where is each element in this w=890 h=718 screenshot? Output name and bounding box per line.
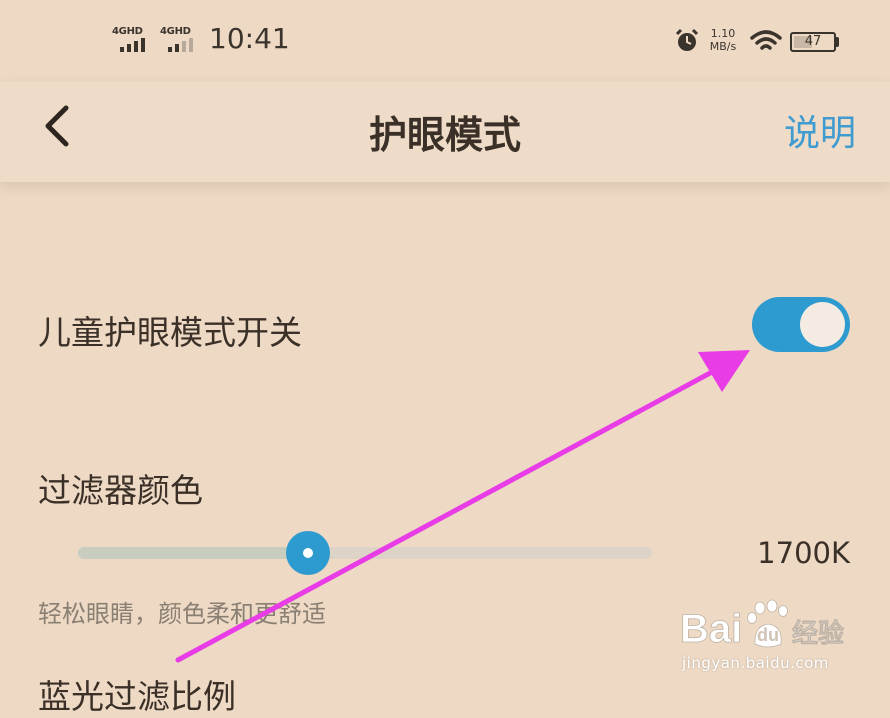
slider-thumb[interactable] — [285, 531, 330, 575]
sim2-signal-bars-icon — [168, 38, 193, 52]
kids-mode-toggle[interactable] — [752, 297, 850, 352]
app-header: 护眼模式 说明 — [0, 82, 890, 182]
alarm-clock-icon — [675, 28, 699, 51]
kids-mode-label: 儿童护眼模式开关 — [38, 313, 302, 352]
toggle-knob — [800, 302, 845, 347]
battery-level: 47 — [804, 34, 822, 49]
clock-time: 10:41 — [209, 22, 290, 55]
help-button[interactable]: 说明 — [784, 104, 856, 156]
watermark-url: jingyan.baidu.com — [682, 654, 829, 672]
baidu-watermark: Bai du 经验 jingyan.baidu.com — [680, 598, 850, 684]
network-speed: 1.10 MB/s — [706, 27, 740, 53]
network-speed-value: 1.10 — [710, 27, 736, 40]
filter-color-label: 过滤器颜色 — [38, 471, 203, 510]
status-bar: 4GHD 4GHD 10:41 1.10 MB/s 47 — [0, 0, 890, 82]
filter-color-value: 1700K — [757, 536, 850, 570]
battery-icon: 47 — [790, 32, 836, 52]
sim2-signal: 4GHD — [160, 26, 204, 54]
sim1-signal-bars-icon — [120, 38, 145, 52]
sim1-signal: 4GHD — [112, 26, 156, 54]
network-speed-unit: MB/s — [709, 40, 737, 53]
wifi-icon — [750, 30, 782, 50]
svg-text:经验: 经验 — [792, 618, 844, 649]
slider-fill — [78, 547, 308, 559]
blue-filter-label: 蓝光过滤比例 — [38, 677, 236, 716]
baidu-logo-icon: Bai du 经验 — [680, 599, 844, 651]
page-title: 护眼模式 — [368, 113, 521, 157]
battery-tip — [836, 37, 839, 47]
svg-text:du: du — [757, 625, 779, 645]
filter-color-slider[interactable] — [78, 531, 652, 575]
sim1-network-label: 4GHD — [112, 26, 143, 37]
filter-color-hint: 轻松眼睛，颜色柔和更舒适 — [38, 600, 326, 628]
svg-text:Bai: Bai — [680, 607, 742, 651]
sim2-network-label: 4GHD — [160, 26, 191, 37]
